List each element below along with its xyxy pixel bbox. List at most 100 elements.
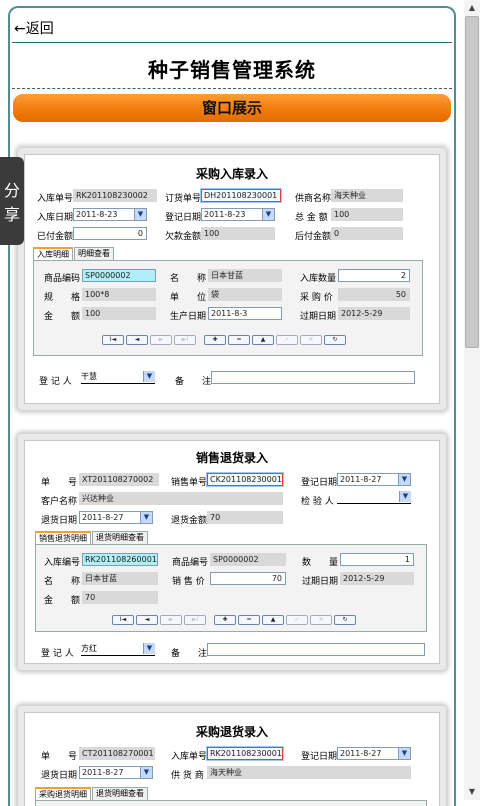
screenshot-card-sales-return: 销售退货录入 单 号 XT201108270002 销售单号 CK2011082… <box>18 434 446 670</box>
expiry-date-field[interactable]: 2012-5-29 <box>340 572 414 585</box>
next-record-button[interactable]: ► <box>160 615 182 625</box>
cancel-record-button[interactable]: ✕ <box>310 615 332 625</box>
prev-record-button[interactable]: ◄ <box>126 335 148 345</box>
share-tab[interactable]: 分享 <box>0 157 24 245</box>
chevron-down-icon[interactable]: ▼ <box>398 748 410 759</box>
field-label: 已付金额 <box>37 232 74 242</box>
chevron-down-icon[interactable]: ▼ <box>134 209 146 220</box>
add-record-button[interactable]: ✚ <box>214 615 236 625</box>
prev-record-button[interactable]: ◄ <box>136 615 158 625</box>
confirm-record-button[interactable]: ✓ <box>286 615 308 625</box>
chevron-down-icon[interactable]: ▼ <box>140 512 152 523</box>
return-no-field[interactable]: CT201108270001 <box>79 747 155 760</box>
tab-inbound-detail[interactable]: 入库明细 <box>33 247 73 260</box>
supplier-field[interactable]: 海天种业 <box>207 766 411 779</box>
field-label: 备 注 <box>175 377 212 387</box>
quantity-field[interactable]: 1 <box>340 553 414 566</box>
registrar-select[interactable]: 方红 ▼ <box>81 643 155 656</box>
tab-sales-return-detail[interactable]: 销售退货明细 <box>35 531 91 544</box>
field-label: 单 位 <box>170 293 207 303</box>
window-title: 采购入库录入 <box>195 167 268 181</box>
supplier-field[interactable]: 海天种业 <box>331 189 403 202</box>
field-label: 入库单号 <box>37 194 74 204</box>
return-date-select[interactable]: 2011-8-27 ▼ <box>79 511 153 524</box>
next-record-button[interactable]: ► <box>150 335 172 345</box>
vertical-scrollbar[interactable]: ▲ ▼ <box>464 0 480 800</box>
unit-field[interactable]: 袋 <box>208 288 282 301</box>
first-record-button[interactable]: I◄ <box>112 615 134 625</box>
delete-record-button[interactable]: ━ <box>228 335 250 345</box>
purchase-price-field[interactable]: 50 <box>338 288 410 301</box>
production-date-field[interactable]: 2011-8-3 <box>208 307 282 320</box>
product-code-field[interactable]: SP0000002 <box>210 553 286 566</box>
field-label: 登 记 人 <box>41 649 74 659</box>
field-label: 登 记 人 <box>39 377 72 387</box>
chevron-down-icon[interactable]: ▼ <box>262 209 274 220</box>
field-label: 客户名称 <box>41 497 78 507</box>
tab-purchase-return-detail[interactable]: 采购退货明细 <box>35 787 91 800</box>
refresh-button[interactable]: ↻ <box>334 615 356 625</box>
confirm-record-button[interactable]: ✓ <box>276 335 298 345</box>
last-record-button[interactable]: ►I <box>184 615 206 625</box>
add-record-button[interactable]: ✚ <box>204 335 226 345</box>
chevron-down-icon[interactable]: ▼ <box>143 371 155 382</box>
register-date-select[interactable]: 2011-8-27 ▼ <box>337 473 411 486</box>
edit-record-button[interactable]: ▲ <box>262 615 284 625</box>
return-amount-field[interactable]: 70 <box>207 511 283 524</box>
later-pay-field[interactable]: 0 <box>331 227 403 240</box>
purchase-return-window: 采购退货录入 单 号 CT201108270001 入库单号 RK2011082… <box>24 712 440 806</box>
cancel-record-button[interactable]: ✕ <box>300 335 322 345</box>
chevron-down-icon[interactable]: ▼ <box>398 474 410 485</box>
scroll-up-arrow-icon[interactable]: ▲ <box>464 0 480 16</box>
return-date-select[interactable]: 2011-8-27 ▼ <box>79 766 153 779</box>
edit-record-button[interactable]: ▲ <box>252 335 274 345</box>
chevron-down-icon[interactable]: ▼ <box>143 643 155 654</box>
chevron-down-icon[interactable]: ▼ <box>399 491 411 502</box>
field-label: 规 格 <box>44 293 81 303</box>
sales-return-window: 销售退货录入 单 号 XT201108270002 销售单号 CK2011082… <box>24 440 440 664</box>
inbound-no-field[interactable]: RK201108230001 <box>206 746 284 761</box>
first-record-button[interactable]: I◄ <box>102 335 124 345</box>
field-label: 退货日期 <box>41 771 78 781</box>
return-no-field[interactable]: XT201108270002 <box>79 473 159 486</box>
sales-price-field[interactable]: 70 <box>210 572 286 585</box>
inbound-no-field[interactable]: RK201108230002 <box>73 189 157 202</box>
register-date-select[interactable]: 2011-8-23 ▼ <box>201 208 275 221</box>
screenshot-card-purchase-in: 采购入库录入 入库单号 RK201108230002 订货单号 DH201108… <box>18 148 446 410</box>
note-field[interactable] <box>207 643 425 656</box>
paid-amount-field[interactable]: 0 <box>73 227 147 240</box>
back-link[interactable]: ←返回 <box>14 18 54 38</box>
spec-field[interactable]: 100*8 <box>82 288 156 301</box>
order-no-field[interactable]: DH201108230001 <box>200 188 282 203</box>
last-record-button[interactable]: ►I <box>174 335 196 345</box>
debt-amount-field[interactable]: 100 <box>201 227 275 240</box>
expiry-date-field[interactable]: 2012-5-29 <box>338 307 410 320</box>
amount-field[interactable]: 100 <box>82 307 156 320</box>
tab-return-detail-view[interactable]: 退货明细查看 <box>92 531 148 544</box>
scrollbar-thumb[interactable] <box>465 16 479 348</box>
field-label: 登记日期 <box>301 752 338 762</box>
field-label: 退货金额 <box>171 516 208 526</box>
scroll-down-arrow-icon[interactable]: ▼ <box>464 784 480 800</box>
total-amount-field[interactable]: 100 <box>331 208 403 221</box>
tab-return-detail-view[interactable]: 退货明细查看 <box>92 787 148 800</box>
product-name-field[interactable]: 日本甘蓝 <box>208 269 282 282</box>
inbound-date-select[interactable]: 2011-8-23 ▼ <box>73 208 147 221</box>
inbound-no-field[interactable]: RK201108260001 <box>82 553 158 566</box>
registrar-select[interactable]: 干慧 ▼ <box>81 371 155 384</box>
detail-tabs: 采购退货明细 退货明细查看 <box>35 787 149 800</box>
product-name-field[interactable]: 日本甘蓝 <box>82 572 158 585</box>
customer-field[interactable]: 兴达种业 <box>79 492 283 505</box>
tab-detail-view[interactable]: 明细查看 <box>74 247 114 260</box>
chevron-down-icon[interactable]: ▼ <box>140 767 152 778</box>
quantity-field[interactable]: 2 <box>338 269 410 282</box>
sales-no-field[interactable]: CK201108230001 <box>206 472 284 487</box>
refresh-button[interactable]: ↻ <box>324 335 346 345</box>
amount-field[interactable]: 70 <box>82 591 158 604</box>
note-field[interactable] <box>211 371 415 384</box>
field-label: 销 售 价 <box>172 577 205 587</box>
delete-record-button[interactable]: ━ <box>238 615 260 625</box>
inspector-select[interactable]: ▼ <box>337 491 411 504</box>
register-date-select[interactable]: 2011-8-27 ▼ <box>337 747 411 760</box>
product-code-field[interactable]: SP0000002 <box>82 269 156 282</box>
